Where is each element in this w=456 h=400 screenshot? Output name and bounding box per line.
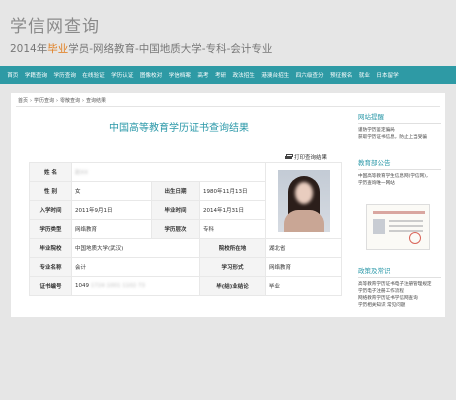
subtitle-prefix: 2014年 bbox=[10, 43, 48, 55]
type-value: 网络教育 bbox=[71, 219, 152, 239]
cert-label: 证书编号 bbox=[29, 276, 72, 296]
table-row: 证书编号 1049 1724 1001 1102 73 毕(结)业结论 毕业 bbox=[29, 276, 343, 296]
gender-label: 性 别 bbox=[29, 181, 72, 201]
breadcrumb-separator-icon: › bbox=[82, 97, 85, 104]
nav-item-employment[interactable]: 就业 bbox=[356, 71, 374, 79]
nav-item-gaokao[interactable]: 高考 bbox=[194, 71, 212, 79]
breadcrumb-home[interactable]: 首页 bbox=[18, 97, 28, 104]
major-value: 会计 bbox=[71, 257, 200, 277]
cert-prefix: 1049 bbox=[75, 283, 89, 289]
result-title: 中国高等教育学历证书查询结果 bbox=[109, 123, 249, 134]
nav-item-online-verify[interactable]: 在线验证 bbox=[79, 71, 108, 79]
subtitle-highlight: 毕业 bbox=[47, 43, 69, 55]
enroll-value: 2011年9月1日 bbox=[71, 200, 152, 220]
sidebar: 网站提醒 谨防学历鉴定骗局 获取学历证书信息，防止上当受骗 教育部公告 中国高等… bbox=[358, 107, 441, 317]
sidebar-link[interactable]: 获取学历证书信息，防止上当受骗 bbox=[358, 134, 441, 141]
site-subtitle: 2014年毕业学员-网络教育-中国地质大学-专科-会计专业 bbox=[10, 41, 272, 56]
subtitle-rest: 学员-网络教育-中国地质大学-专科-会计专业 bbox=[68, 43, 273, 55]
sidebar-link[interactable]: 中国高等教育学生信息网(学信网)， bbox=[358, 173, 441, 180]
nav-item-cet-scores[interactable]: 四六级查分 bbox=[292, 71, 326, 79]
school-label: 毕业院校 bbox=[29, 238, 72, 258]
grad-label: 毕业时间 bbox=[151, 200, 200, 220]
cert-rest: 1724 1001 1102 73 bbox=[90, 283, 145, 289]
level-label: 学历层次 bbox=[151, 219, 200, 239]
content-card: 首页 › 学历查询 › 零散查询 › 查询结果 中国高等教育学历证书查询结果 打… bbox=[11, 93, 445, 317]
sidebar-section-reminder: 网站提醒 谨防学历鉴定骗局 获取学历证书信息，防止上当受骗 bbox=[358, 111, 441, 141]
table-row: 毕业院校 中国地质大学(武汉) 院校所在地 湖北省 bbox=[29, 238, 343, 258]
sidebar-link[interactable]: 网络教育学历证书学信网查询 bbox=[358, 295, 441, 302]
breadcrumb-separator-icon: › bbox=[30, 97, 33, 104]
sidebar-link[interactable]: 学历查询唯一网站 bbox=[358, 180, 441, 187]
nav-item-degree-certify[interactable]: 学历认证 bbox=[108, 71, 137, 79]
mode-label: 学习形式 bbox=[198, 257, 267, 277]
breadcrumb: 首页 › 学历查询 › 零散查询 › 查询结果 bbox=[18, 97, 107, 105]
certificate-thumbnail[interactable] bbox=[366, 204, 430, 250]
nav-item-photo-check[interactable]: 图像校对 bbox=[137, 71, 166, 79]
printer-icon bbox=[284, 154, 293, 160]
enroll-label: 入学时间 bbox=[29, 200, 72, 220]
breadcrumb-degree-query[interactable]: 学历查询 bbox=[34, 97, 54, 104]
student-photo bbox=[277, 169, 330, 232]
sidebar-link[interactable]: 学历电子注册工作流程 bbox=[358, 288, 441, 295]
main-navbar: 首页 学籍查询 学历查询 在线验证 学历认证 图像校对 学信档案 高考 考研 政… bbox=[0, 66, 456, 84]
result-panel: 中国高等教育学历证书查询结果 打印查询结果 姓 名 赵XX 性 别 女 出生日期… bbox=[11, 107, 347, 317]
school-value: 中国地质大学(武汉) bbox=[71, 238, 200, 258]
sidebar-heading-notice: 教育部公告 bbox=[358, 157, 441, 170]
conclusion-value: 毕业 bbox=[265, 276, 343, 296]
nav-item-kaoyan[interactable]: 考研 bbox=[212, 71, 230, 79]
nav-item-japan-study[interactable]: 日本留学 bbox=[373, 71, 402, 79]
site-title: 学信网查询 bbox=[10, 17, 100, 37]
conclusion-label: 毕(结)业结论 bbox=[198, 276, 267, 296]
nav-item-home[interactable]: 首页 bbox=[4, 71, 22, 79]
print-button[interactable]: 打印查询结果 bbox=[284, 153, 327, 161]
nav-item-records[interactable]: 学信档案 bbox=[165, 71, 194, 79]
sidebar-heading-policy: 政策及常识 bbox=[358, 265, 441, 278]
breadcrumb-current: 查询结果 bbox=[86, 98, 107, 104]
level-value: 专科 bbox=[198, 219, 267, 239]
gender-value: 女 bbox=[71, 181, 152, 201]
sidebar-heading-reminder: 网站提醒 bbox=[358, 111, 441, 124]
major-label: 专业名称 bbox=[29, 257, 72, 277]
breadcrumb-single-query[interactable]: 零散查询 bbox=[60, 97, 80, 104]
nav-item-law-admission[interactable]: 政法招生 bbox=[229, 71, 258, 79]
nav-item-conscription[interactable]: 预征报名 bbox=[327, 71, 356, 79]
sidebar-link[interactable]: 学历相关知识 常见问题 bbox=[358, 302, 441, 309]
nav-item-enrollment-query[interactable]: 学籍查询 bbox=[22, 71, 51, 79]
cert-value: 1049 1724 1001 1102 73 bbox=[71, 276, 200, 296]
table-row: 姓 名 赵XX bbox=[29, 162, 343, 239]
sidebar-link[interactable]: 高等教育学历证书电子注册管理规定 bbox=[358, 281, 441, 288]
name-value: 赵XX bbox=[70, 162, 267, 182]
location-value: 湖北省 bbox=[265, 238, 343, 258]
name-label: 姓 名 bbox=[29, 162, 72, 182]
birth-label: 出生日期 bbox=[151, 181, 200, 201]
sidebar-link[interactable]: 谨防学历鉴定骗局 bbox=[358, 127, 441, 134]
sidebar-section-notice: 教育部公告 中国高等教育学生信息网(学信网)， 学历查询唯一网站 bbox=[358, 157, 441, 187]
nav-item-degree-query[interactable]: 学历查询 bbox=[50, 71, 79, 79]
mode-value: 网络教育 bbox=[265, 257, 343, 277]
grad-value: 2014年1月31日 bbox=[198, 200, 267, 220]
birth-value: 1980年11月13日 bbox=[198, 181, 267, 201]
name-text: 赵XX bbox=[75, 170, 89, 176]
type-label: 学历类型 bbox=[29, 219, 72, 239]
location-label: 院校所在地 bbox=[198, 238, 267, 258]
record-table: 姓 名 赵XX 性 别 女 出生日期 1980年11月13日 入学时间 2011… bbox=[29, 162, 343, 296]
nav-item-hk-tw-admission[interactable]: 港澳台招生 bbox=[258, 71, 292, 79]
breadcrumb-separator-icon: › bbox=[56, 97, 59, 104]
photo-cell bbox=[265, 162, 343, 239]
print-label: 打印查询结果 bbox=[293, 155, 327, 161]
table-row: 专业名称 会计 学习形式 网络教育 bbox=[29, 257, 343, 277]
sidebar-section-policy: 政策及常识 高等教育学历证书电子注册管理规定 学历电子注册工作流程 网络教育学历… bbox=[358, 265, 441, 309]
